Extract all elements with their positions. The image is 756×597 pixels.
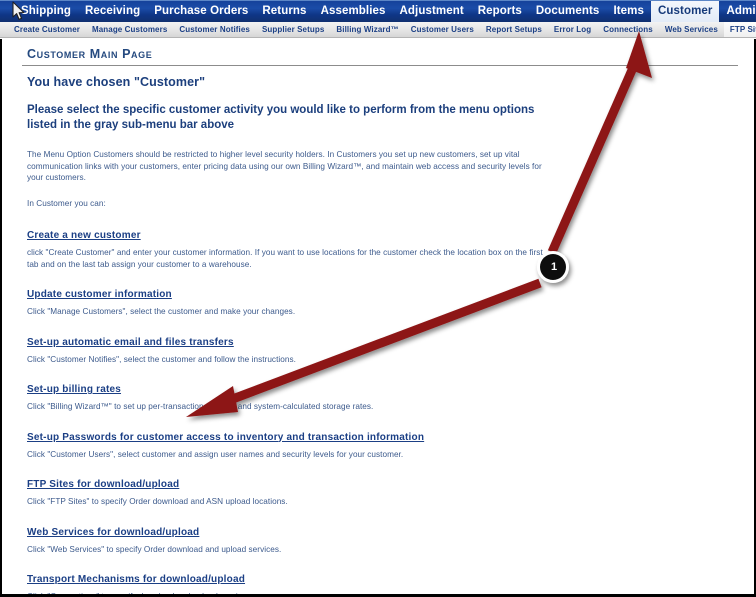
activity-description: Click "Customer Users", select customer … <box>27 449 404 459</box>
intro-list-lead: In Customer you can: <box>27 198 106 208</box>
activity-description: Click "FTP Sites" to specify Order downl… <box>27 497 288 506</box>
sub-menu-item-error-log[interactable]: Error Log <box>548 22 597 37</box>
activity-item: Update customer information Click "Manag… <box>27 284 717 318</box>
intro-paragraph: The Menu Option Customers should be rest… <box>27 150 542 182</box>
activity-item: Web Services for download/upload Click "… <box>27 522 717 556</box>
chosen-heading: You have chosen "Customer" <box>27 75 206 89</box>
activity-description: Click "Connections" to specify download … <box>27 592 253 597</box>
sub-menu-item-billing-wizard[interactable]: Billing Wizard™ <box>330 22 404 37</box>
sub-menu-bar: Create Customer Manage Customers Custome… <box>0 22 756 38</box>
page-content: You have chosen "Customer" Please select… <box>27 75 717 597</box>
app-screen: Shipping Receiving Purchase Orders Retur… <box>0 0 756 597</box>
link-update-customer-information[interactable]: Update customer information <box>27 289 172 300</box>
activity-description: click "Create Customer" and enter your c… <box>27 248 543 269</box>
sub-menu-item-supplier-setups[interactable]: Supplier Setups <box>256 22 330 37</box>
sub-menu-item-web-services[interactable]: Web Services <box>659 22 724 37</box>
activity-list: Create a new customer click "Create Cust… <box>27 225 717 597</box>
main-menu-item-assemblies[interactable]: Assemblies <box>314 1 393 22</box>
main-menu-item-purchase-orders[interactable]: Purchase Orders <box>147 1 255 22</box>
main-menu-item-returns[interactable]: Returns <box>255 1 313 22</box>
activity-item: Set-up billing rates Click "Billing Wiza… <box>27 379 717 413</box>
activity-item: Transport Mechanisms for download/upload… <box>27 569 717 597</box>
activity-item: Set-up Passwords for customer access to … <box>27 427 717 461</box>
sub-menu-item-customer-users[interactable]: Customer Users <box>405 22 480 37</box>
activity-description: Click "Billing Wizard™" to set up per-tr… <box>27 402 374 411</box>
main-menu-item-customer[interactable]: Customer <box>650 1 720 22</box>
link-ftp-sites-for-download-upload[interactable]: FTP Sites for download/upload <box>27 479 179 490</box>
main-menu-item-reports[interactable]: Reports <box>471 1 529 22</box>
sub-menu-item-report-setups[interactable]: Report Setups <box>480 22 548 37</box>
main-menu-bar: Shipping Receiving Purchase Orders Retur… <box>0 0 756 22</box>
main-menu-item-receiving[interactable]: Receiving <box>78 1 147 22</box>
activity-description: Click "Web Services" to specify Order do… <box>27 544 282 554</box>
sub-menu-item-customer-notifies[interactable]: Customer Notifies <box>173 22 256 37</box>
instruction-heading: Please select the specific customer acti… <box>27 104 535 131</box>
link-set-up-automatic-email-and-files-transfers[interactable]: Set-up automatic email and files transfe… <box>27 337 234 348</box>
main-menu-item-adjustment[interactable]: Adjustment <box>393 1 471 22</box>
main-menu-item-documents[interactable]: Documents <box>529 1 607 22</box>
sub-menu-item-create-customer[interactable]: Create Customer <box>8 22 86 37</box>
activity-item: Create a new customer click "Create Cust… <box>27 225 717 270</box>
link-transport-mechanisms-for-download-upload[interactable]: Transport Mechanisms for download/upload <box>27 574 245 585</box>
link-set-up-billing-rates[interactable]: Set-up billing rates <box>27 384 121 395</box>
mouse-cursor-icon <box>12 1 25 20</box>
sub-menu-item-connections[interactable]: Connections <box>597 22 659 37</box>
page-frame: Customer Main Page You have chosen "Cust… <box>0 39 756 597</box>
sub-menu-item-manage-customers[interactable]: Manage Customers <box>86 22 173 37</box>
activity-description: Click "Customer Notifies", select the cu… <box>27 354 296 364</box>
main-menu-item-items[interactable]: Items <box>606 1 651 22</box>
page-title: Customer Main Page <box>27 47 153 61</box>
main-menu-item-admin[interactable]: Admin <box>719 1 756 22</box>
activity-description: Click "Manage Customers", select the cus… <box>27 307 296 316</box>
activity-item: Set-up automatic email and files transfe… <box>27 332 717 366</box>
link-web-services-for-download-upload[interactable]: Web Services for download/upload <box>27 527 199 538</box>
link-set-up-passwords-for-customer-access[interactable]: Set-up Passwords for customer access to … <box>27 432 424 443</box>
title-divider <box>22 65 738 66</box>
sub-menu-item-ftp-sites[interactable]: FTP Sites <box>723 22 756 37</box>
activity-item: FTP Sites for download/upload Click "FTP… <box>27 474 717 508</box>
link-create-a-new-customer[interactable]: Create a new customer <box>27 230 141 241</box>
